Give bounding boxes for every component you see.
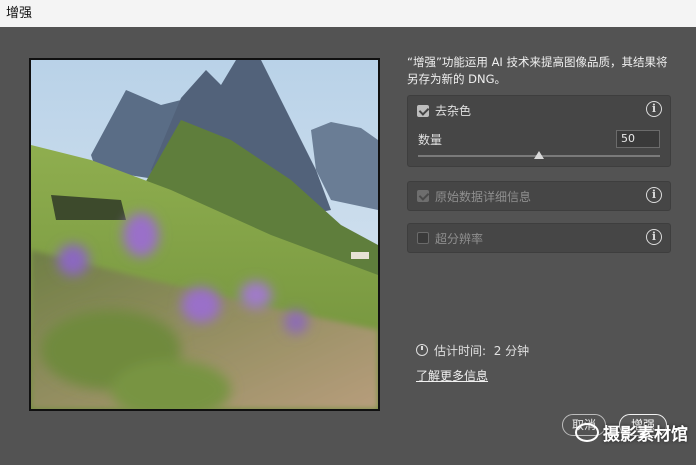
amount-label: 数量 (418, 133, 443, 147)
super-resolution-checkbox-icon[interactable] (417, 232, 429, 244)
estimate-value: 2 分钟 (493, 344, 530, 358)
raw-details-label: 原始数据详细信息 (435, 190, 532, 204)
amount-input[interactable]: 50 (616, 130, 660, 148)
denoise-info-icon[interactable]: i (646, 101, 662, 117)
watermark-text: 摄影素材馆 (603, 425, 688, 445)
super-resolution-label: 超分辨率 (435, 232, 484, 246)
super-resolution-info-icon[interactable]: i (646, 229, 662, 245)
raw-details-info-icon[interactable]: i (646, 187, 662, 203)
estimate-label: 估计时间: (434, 344, 487, 358)
learn-more-link[interactable]: 了解更多信息 (416, 367, 488, 384)
denoise-panel: 去杂色 i 数量 50 (407, 95, 671, 167)
denoise-checkbox-icon[interactable] (417, 105, 429, 117)
watermark: 摄影素材馆 (575, 420, 688, 445)
preview-photo (31, 60, 378, 409)
clock-icon (416, 344, 428, 356)
window-title: 增强 (0, 0, 696, 27)
denoise-label: 去杂色 (435, 104, 472, 118)
wechat-icon (575, 423, 599, 442)
amount-slider-thumb[interactable] (534, 151, 544, 159)
super-resolution-panel: 超分辨率 i (407, 223, 671, 253)
feature-description: “增强”功能运用 AI 技术来提高图像品质，其结果将另存为新的 DNG。 (407, 55, 668, 86)
raw-details-panel: 原始数据详细信息 i (407, 181, 671, 211)
estimated-time: 估计时间: 2 分钟 (416, 342, 529, 359)
image-preview (29, 58, 380, 411)
raw-details-checkbox-icon[interactable] (417, 190, 429, 202)
